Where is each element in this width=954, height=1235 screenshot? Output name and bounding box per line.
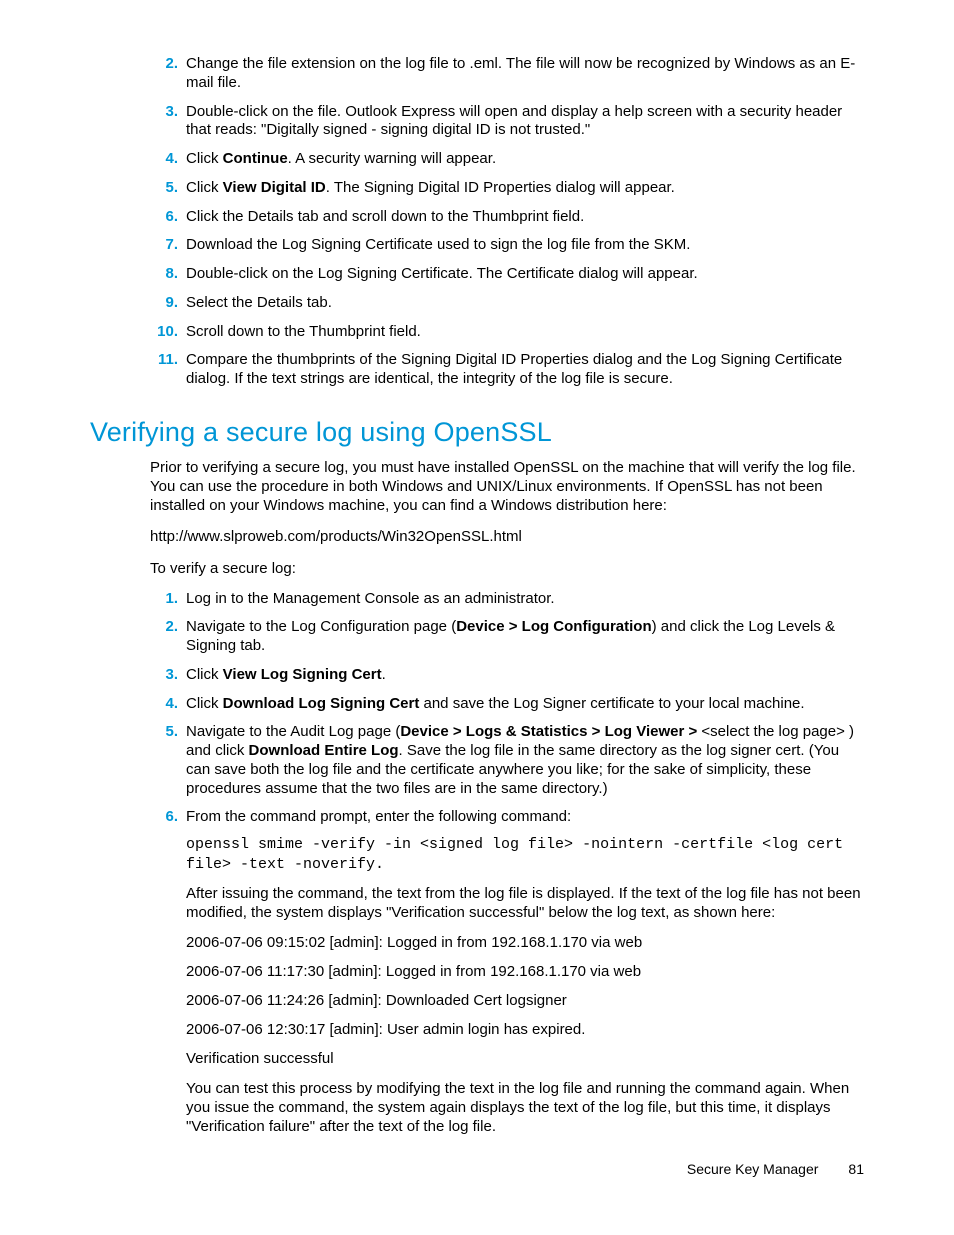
step-text: Click Continue. A security warning will … <box>186 150 496 167</box>
intro-paragraph: Prior to verifying a secure log, you mus… <box>150 458 864 516</box>
list-item: 2. Change the file extension on the log f… <box>150 55 864 93</box>
list-item: 5. Navigate to the Audit Log page (Device… <box>150 723 864 798</box>
step-text: Click Download Log Signing Cert and save… <box>186 695 805 712</box>
step-text: Double-click on the file. Outlook Expres… <box>186 103 842 139</box>
list-item: 5. Click View Digital ID. The Signing Dig… <box>150 179 864 198</box>
list-item: 4. Click Download Log Signing Cert and sa… <box>150 695 864 714</box>
step-number: 9. <box>150 294 178 313</box>
step-number: 3. <box>150 103 178 122</box>
footer-page-number: 81 <box>848 1161 864 1177</box>
step-number: 3. <box>150 666 178 685</box>
openssl-url: http://www.slproweb.com/products/Win32Op… <box>150 527 864 546</box>
step-number: 2. <box>150 55 178 74</box>
step-number: 7. <box>150 236 178 255</box>
step-text: Change the file extension on the log fil… <box>186 55 855 91</box>
step-text: Scroll down to the Thumbprint field. <box>186 323 421 340</box>
list-item: 6. From the command prompt, enter the fo… <box>150 808 864 1136</box>
list-item: 11.Compare the thumbprints of the Signin… <box>150 351 864 389</box>
step-text: Double-click on the Log Signing Certific… <box>186 265 698 282</box>
steps-list-a: 2. Change the file extension on the log f… <box>150 55 864 389</box>
step-number: 1. <box>150 590 178 609</box>
step-text: Download the Log Signing Certificate use… <box>186 236 690 253</box>
log-line: 2006-07-06 11:24:26 [admin]: Downloaded … <box>186 991 864 1010</box>
step-number: 2. <box>150 618 178 637</box>
list-item: 9. Select the Details tab. <box>150 294 864 313</box>
after-command-text: After issuing the command, the text from… <box>186 884 864 922</box>
list-item: 10.Scroll down to the Thumbprint field. <box>150 323 864 342</box>
list-item: 8. Double-click on the Log Signing Certif… <box>150 265 864 284</box>
step-number: 4. <box>150 695 178 714</box>
step-number: 6. <box>150 808 178 827</box>
step-number: 4. <box>150 150 178 169</box>
log-line: 2006-07-06 12:30:17 [admin]: User admin … <box>186 1020 864 1039</box>
step-number: 6. <box>150 208 178 227</box>
list-item: 7. Download the Log Signing Certificate u… <box>150 236 864 255</box>
log-line: 2006-07-06 09:15:02 [admin]: Logged in f… <box>186 933 864 952</box>
step-text: Click View Digital ID. The Signing Digit… <box>186 179 675 196</box>
command-block: openssl smime -verify -in <signed log fi… <box>186 835 864 874</box>
step-text: Select the Details tab. <box>186 294 332 311</box>
closing-paragraph: You can test this process by modifying t… <box>186 1079 864 1137</box>
list-item: 1. Log in to the Management Console as an… <box>150 590 864 609</box>
page-footer: Secure Key Manager 81 <box>687 1161 864 1177</box>
step-text: Log in to the Management Console as an a… <box>186 590 555 607</box>
footer-label: Secure Key Manager <box>687 1161 819 1177</box>
list-item: 4. Click Continue. A security warning wil… <box>150 150 864 169</box>
to-verify-label: To verify a secure log: <box>150 559 864 578</box>
list-item: 3. Double-click on the file. Outlook Expr… <box>150 103 864 141</box>
step-number: 5. <box>150 179 178 198</box>
step-number: 8. <box>150 265 178 284</box>
section-heading: Verifying a secure log using OpenSSL <box>90 417 864 448</box>
step-text: From the command prompt, enter the follo… <box>186 808 571 825</box>
list-item: 3. Click View Log Signing Cert. <box>150 666 864 685</box>
step-text: Navigate to the Log Configuration page (… <box>186 618 835 654</box>
step-number: 11. <box>142 351 178 370</box>
step-number: 10. <box>142 323 178 342</box>
step-text: Compare the thumbprints of the Signing D… <box>186 351 842 387</box>
step-text: Navigate to the Audit Log page (Device >… <box>186 723 854 796</box>
log-line: Verification successful <box>186 1049 864 1068</box>
steps-list-b: 1. Log in to the Management Console as an… <box>150 590 864 1136</box>
log-line: 2006-07-06 11:17:30 [admin]: Logged in f… <box>186 962 864 981</box>
step-number: 5. <box>150 723 178 742</box>
step-text: Click the Details tab and scroll down to… <box>186 208 584 225</box>
list-item: 2. Navigate to the Log Configuration page… <box>150 618 864 656</box>
step-text: Click View Log Signing Cert. <box>186 666 386 683</box>
list-item: 6. Click the Details tab and scroll down … <box>150 208 864 227</box>
